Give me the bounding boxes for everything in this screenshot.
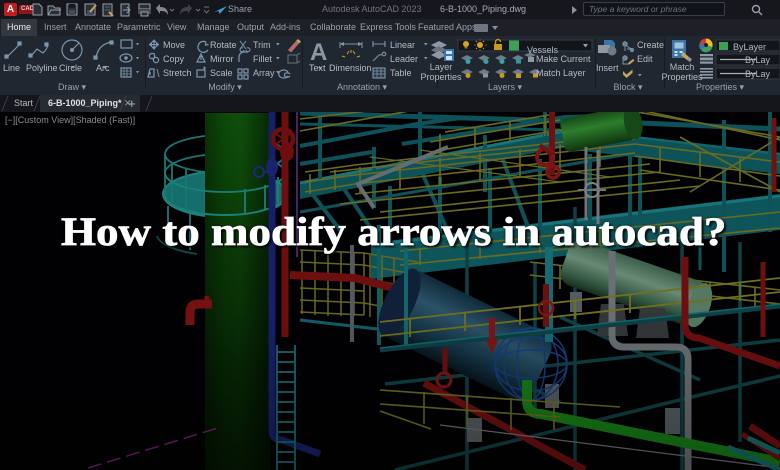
svg-text:A: A (310, 39, 327, 66)
